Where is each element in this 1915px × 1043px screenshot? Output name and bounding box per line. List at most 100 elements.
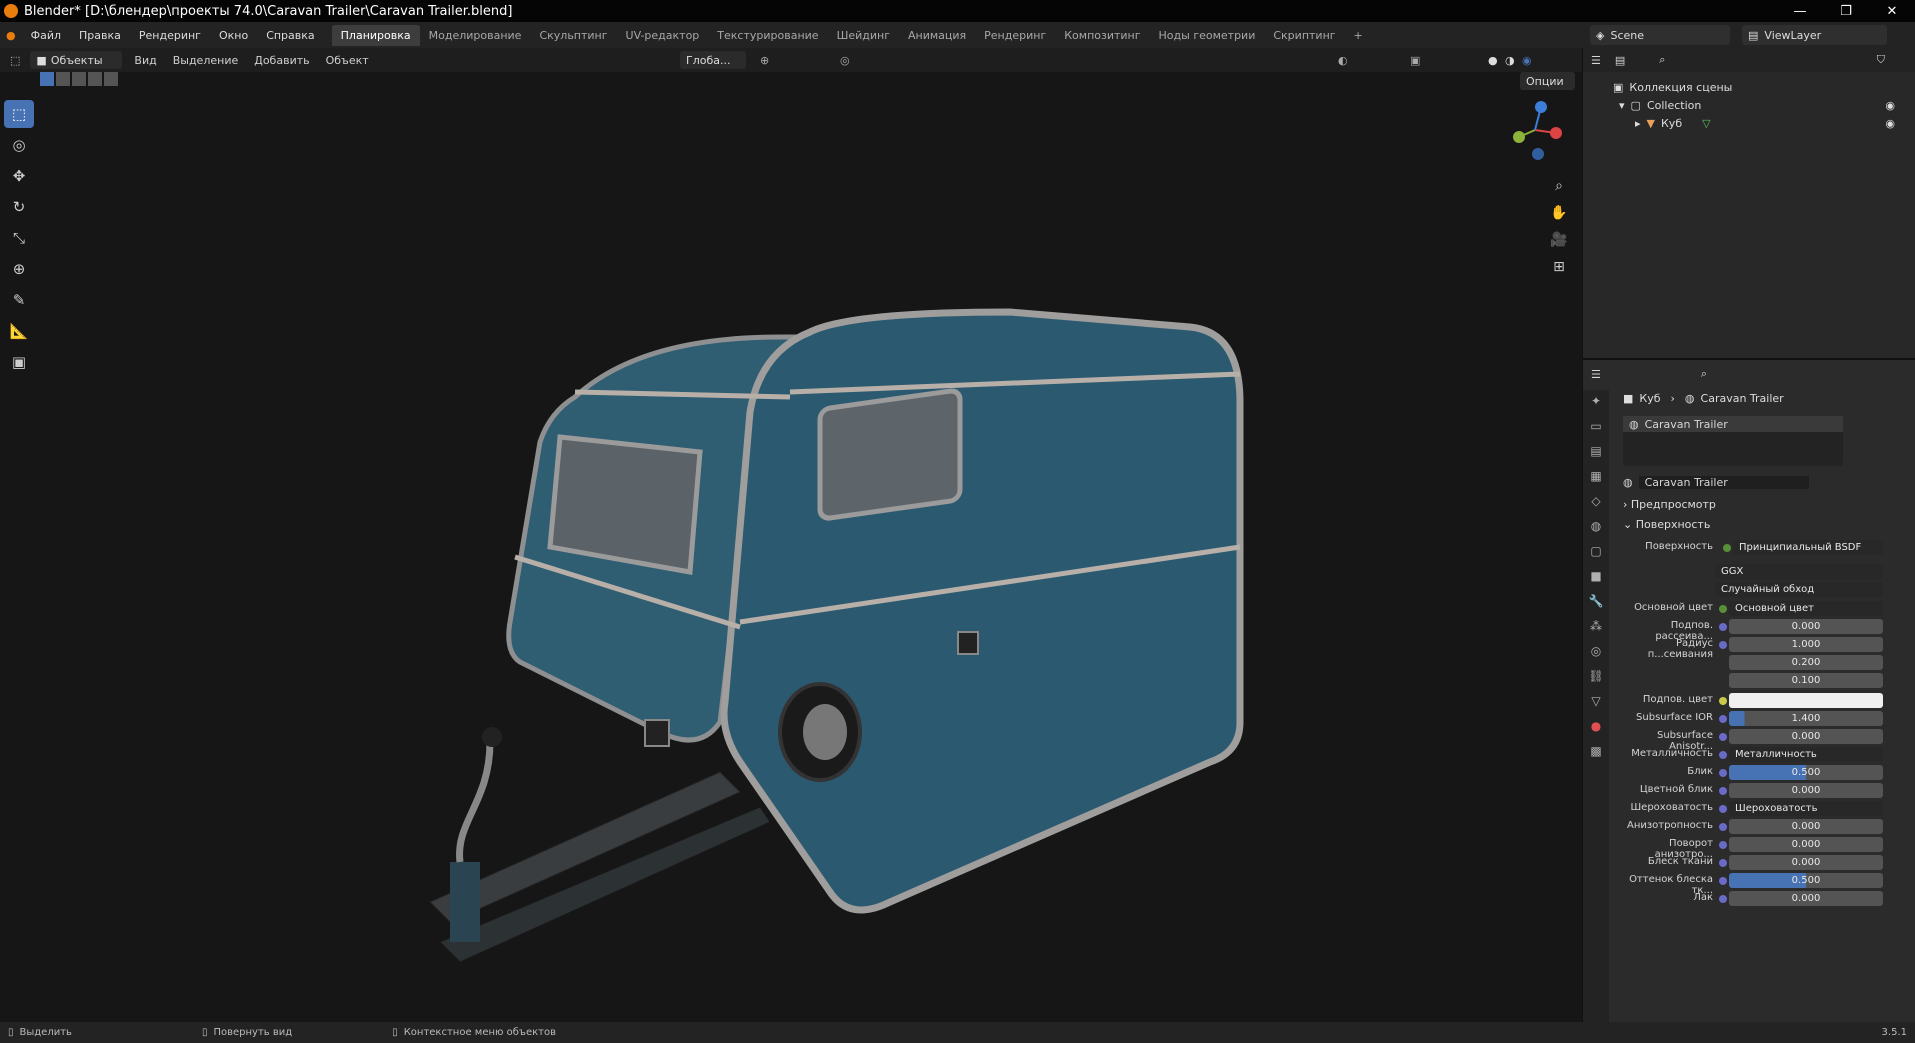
- material-name-field[interactable]: Caravan Trailer: [1638, 475, 1809, 489]
- base-color-link[interactable]: Основной цвет: [1729, 601, 1883, 616]
- specular-tint-field[interactable]: 0.000: [1729, 783, 1883, 798]
- add-cube-tool-icon[interactable]: ▣: [4, 348, 34, 376]
- shading-rendered-icon[interactable]: ◉: [1522, 54, 1532, 67]
- blender-menu-icon[interactable]: ●: [0, 29, 22, 42]
- cursor-tool-icon[interactable]: ◎: [4, 131, 34, 159]
- socket-dot-icon[interactable]: [1719, 823, 1727, 831]
- tab-uv[interactable]: UV-редактор: [617, 25, 709, 46]
- editor-type-icon[interactable]: ⬚: [0, 54, 30, 67]
- properties-editor-icon[interactable]: ☰: [1591, 368, 1601, 381]
- scene-tab-icon[interactable]: ◇: [1583, 490, 1609, 512]
- socket-dot-icon[interactable]: [1719, 623, 1727, 631]
- camera-view-icon[interactable]: 🎥: [1547, 228, 1571, 252]
- socket-dot-icon[interactable]: [1723, 544, 1731, 552]
- subsurface-field[interactable]: 0.000: [1729, 619, 1883, 634]
- menu-select[interactable]: Выделение: [165, 54, 247, 67]
- tab-sculpting[interactable]: Скульптинг: [530, 25, 616, 46]
- material-slot-list[interactable]: ◍ Caravan Trailer: [1623, 416, 1843, 466]
- view-layer-selector[interactable]: ▤ ViewLayer: [1742, 25, 1887, 45]
- socket-dot-icon[interactable]: [1719, 787, 1727, 795]
- render-tab-icon[interactable]: ▭: [1583, 415, 1609, 437]
- ortho-grid-icon[interactable]: ⊞: [1547, 255, 1571, 279]
- shading-material-icon[interactable]: ◑: [1505, 54, 1515, 67]
- tree-item-scene-collection[interactable]: ▣ Коллекция сцены: [1583, 78, 1915, 96]
- pan-hand-icon[interactable]: ✋: [1547, 201, 1571, 225]
- socket-dot-icon[interactable]: [1719, 751, 1727, 759]
- transform-orientation-dropdown[interactable]: Глоба...: [680, 51, 746, 69]
- anisotropic-field[interactable]: 0.000: [1729, 819, 1883, 834]
- distribution-dropdown[interactable]: GGX: [1715, 564, 1883, 579]
- xray-icon[interactable]: ▣: [1410, 54, 1420, 67]
- sheen-tint-field[interactable]: 0.500: [1729, 873, 1883, 888]
- sheen-field[interactable]: 0.000: [1729, 855, 1883, 870]
- zoom-icon[interactable]: ⌕: [1547, 174, 1571, 198]
- select-mode-invert-icon[interactable]: [88, 72, 102, 86]
- gizmo-z-icon[interactable]: [1535, 101, 1547, 113]
- tab-compositing[interactable]: Композитинг: [1055, 25, 1149, 46]
- rotate-tool-icon[interactable]: ↻: [4, 193, 34, 221]
- tab-animation[interactable]: Анимация: [899, 25, 975, 46]
- gizmo-x-icon[interactable]: [1550, 127, 1562, 139]
- subsurface-radius-y[interactable]: 0.200: [1729, 655, 1883, 670]
- measure-tool-icon[interactable]: 📐: [4, 317, 34, 345]
- socket-dot-icon[interactable]: [1719, 805, 1727, 813]
- select-mode-intersect-icon[interactable]: [104, 72, 118, 86]
- search-icon[interactable]: ⌕: [1659, 53, 1665, 67]
- menu-window[interactable]: Окно: [210, 29, 257, 42]
- subsurface-ior-field[interactable]: 1.400: [1729, 711, 1883, 726]
- modifier-tab-icon[interactable]: 🔧: [1583, 590, 1609, 612]
- outliner-editor-icon[interactable]: ☰: [1591, 54, 1601, 67]
- select-mode-new-icon[interactable]: [40, 72, 54, 86]
- tree-item-collection[interactable]: ▾ ▢ Collection ◉: [1583, 96, 1915, 114]
- socket-dot-icon[interactable]: [1719, 841, 1727, 849]
- add-workspace-button[interactable]: +: [1345, 25, 1372, 46]
- subsurface-radius-z[interactable]: 0.100: [1729, 673, 1883, 688]
- texture-tab-icon[interactable]: ▩: [1583, 740, 1609, 762]
- subsurface-color-swatch[interactable]: [1729, 693, 1883, 708]
- specular-field[interactable]: 0.500: [1729, 765, 1883, 780]
- socket-dot-icon[interactable]: [1719, 641, 1727, 649]
- socket-dot-icon[interactable]: [1719, 605, 1727, 613]
- transform-tool-icon[interactable]: ⊕: [4, 255, 34, 283]
- socket-dot-icon[interactable]: [1719, 769, 1727, 777]
- section-surface[interactable]: ⌄ Поверхность: [1623, 518, 1710, 531]
- socket-dot-icon[interactable]: [1719, 697, 1727, 705]
- visibility-eye-icon[interactable]: ◉: [1885, 99, 1895, 112]
- object-tab-icon[interactable]: ■: [1583, 565, 1609, 587]
- particles-tab-icon[interactable]: ⁂: [1583, 615, 1609, 637]
- gizmo-neg-z-icon[interactable]: [1532, 148, 1544, 160]
- menu-help[interactable]: Справка: [257, 29, 323, 42]
- tab-rendering[interactable]: Рендеринг: [975, 25, 1055, 46]
- minimize-button[interactable]: —: [1777, 0, 1823, 22]
- snap-icon[interactable]: ⊕: [760, 54, 769, 67]
- collapse-arrow-icon[interactable]: ▸: [1635, 117, 1641, 130]
- select-box-tool-icon[interactable]: ⬚: [4, 100, 34, 128]
- scale-tool-icon[interactable]: ⤡: [4, 224, 34, 252]
- menu-object[interactable]: Объект: [318, 54, 377, 67]
- tab-layout[interactable]: Планировка: [331, 24, 420, 46]
- subsurface-anisotropy-field[interactable]: 0.000: [1729, 729, 1883, 744]
- proportional-edit-icon[interactable]: ◎: [840, 54, 850, 67]
- gizmo-y-icon[interactable]: [1513, 131, 1525, 143]
- socket-dot-icon[interactable]: [1719, 877, 1727, 885]
- subsurface-radius-x[interactable]: 1.000: [1729, 637, 1883, 652]
- 3d-viewport[interactable]: Опции ⬚ ◎ ✥ ↻ ⤡ ⊕ ✎ 📐 ▣ ⌕ ✋ 🎥 ⊞: [0, 72, 1582, 1022]
- display-mode-icon[interactable]: ▤: [1615, 54, 1625, 67]
- physics-tab-icon[interactable]: ◎: [1583, 640, 1609, 662]
- tree-item-cube[interactable]: ▸ ▼ Куб ▽ ◉: [1583, 114, 1915, 132]
- expand-arrow-icon[interactable]: ▾: [1619, 99, 1625, 112]
- subsurface-method-dropdown[interactable]: Случайный обход: [1715, 582, 1883, 597]
- world-tab-icon[interactable]: ◍: [1583, 515, 1609, 537]
- search-icon[interactable]: ⌕: [1701, 367, 1707, 381]
- socket-dot-icon[interactable]: [1719, 733, 1727, 741]
- overlay-icon[interactable]: ◐: [1338, 54, 1348, 67]
- close-button[interactable]: ✕: [1869, 0, 1915, 22]
- data-tab-icon[interactable]: ▽: [1583, 690, 1609, 712]
- tab-scripting[interactable]: Скриптинг: [1264, 25, 1344, 46]
- filter-icon[interactable]: ⛉: [1877, 53, 1885, 67]
- socket-dot-icon[interactable]: [1719, 859, 1727, 867]
- mode-dropdown[interactable]: ■ Объекты: [30, 51, 123, 69]
- material-slot[interactable]: ◍ Caravan Trailer: [1623, 416, 1843, 432]
- menu-add[interactable]: Добавить: [246, 54, 317, 67]
- socket-dot-icon[interactable]: [1719, 895, 1727, 903]
